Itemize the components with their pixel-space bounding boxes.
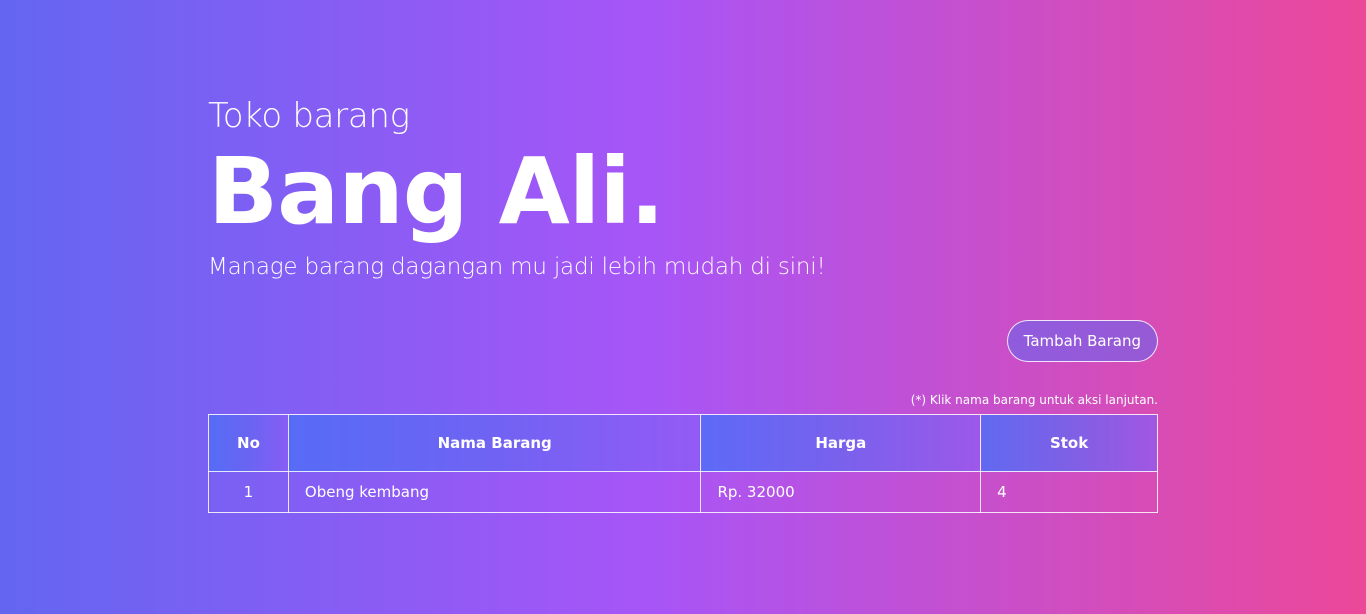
table-header-row: No Nama Barang Harga Stok: [208, 414, 1158, 472]
column-header-stok: Stok: [980, 414, 1158, 472]
column-header-nama: Nama Barang: [287, 414, 702, 472]
cell-nama: Obeng kembang: [287, 471, 702, 513]
column-header-no: No: [208, 414, 289, 472]
tagline: Manage barang dagangan mu jadi lebih mud…: [208, 254, 826, 280]
table-row: 1 Obeng kembang Rp. 32000 4: [208, 471, 1158, 513]
main-container: Toko barang Bang Ali. Manage barang daga…: [208, 94, 1158, 513]
cell-harga: Rp. 32000: [700, 471, 982, 513]
store-subtitle: Toko barang: [208, 96, 410, 136]
cell-stok: 4: [980, 471, 1158, 513]
cell-no: 1: [208, 471, 289, 513]
item-name-link[interactable]: Obeng kembang: [305, 483, 429, 501]
actions-bar: Tambah Barang: [208, 320, 1158, 362]
table-hint: (*) Klik nama barang untuk aksi lanjutan…: [910, 393, 1158, 407]
store-name: Bang Ali.: [208, 138, 665, 245]
add-item-button[interactable]: Tambah Barang: [1006, 320, 1158, 362]
items-table: No Nama Barang Harga Stok 1 Obeng kemban…: [208, 414, 1158, 513]
column-header-harga: Harga: [700, 414, 982, 472]
